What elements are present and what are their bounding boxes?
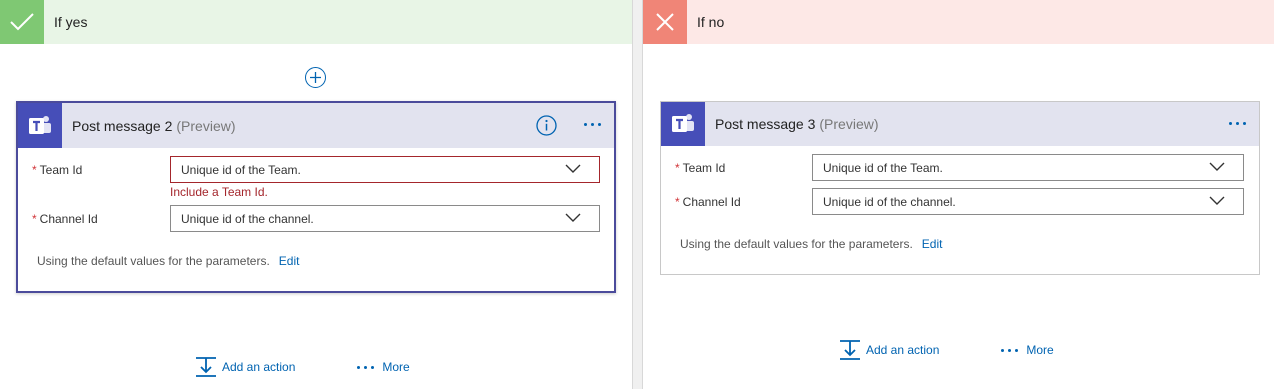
plus-circle-icon [310,72,321,83]
condition-branches: If yes Post message 2 (Preview) * Team I… [0,0,1274,389]
team-id-placeholder: Unique id of the Team. [823,160,943,175]
chevron-down-icon [565,213,581,222]
more-dots-icon [357,365,375,369]
add-action-button[interactable]: Add an action [196,357,295,377]
chevron-down-icon [565,164,581,173]
channel-id-dropdown[interactable]: Unique id of the channel. [812,188,1244,215]
close-icon [643,0,687,44]
card-menu-button[interactable] [584,123,601,126]
if-no-header[interactable]: If no [643,0,1274,44]
post-message-2-card[interactable]: Post message 2 (Preview) * Team Id Unique … [16,101,616,293]
add-action-button[interactable]: Add an action [840,340,939,360]
info-icon[interactable] [536,115,557,136]
team-id-dropdown[interactable]: Unique id of the Team. [812,154,1244,181]
add-action-icon [196,357,216,377]
more-button[interactable]: More [1001,343,1054,357]
team-id-dropdown[interactable]: Unique id of the Team. [170,156,600,183]
if-no-branch: If no Post message 3 (Preview) * Team Id U… [643,0,1274,389]
defaults-note: Using the default values for the paramet… [680,237,943,251]
card-header[interactable]: Post message 3 (Preview) [661,102,1259,146]
team-id-error: Include a Team Id. [170,185,268,199]
channel-id-label: * Channel Id [32,212,98,226]
branch-divider [632,0,643,389]
insert-step-button[interactable] [305,67,326,88]
team-id-placeholder: Unique id of the Team. [181,162,301,177]
more-label: More [1026,343,1054,357]
if-yes-title: If yes [54,14,88,30]
card-title: Post message 3 (Preview) [715,116,879,132]
if-yes-header[interactable]: If yes [0,0,632,44]
preview-tag: (Preview) [819,116,879,132]
channel-id-placeholder: Unique id of the channel. [823,194,956,209]
if-yes-actions: Add an action More [196,357,410,377]
team-id-label: * Team Id [32,163,83,177]
teams-logo-icon [18,103,62,148]
teams-logo-icon [661,102,705,146]
add-action-icon [840,340,860,360]
chevron-down-icon [1209,196,1225,205]
if-yes-branch: If yes Post message 2 (Preview) * Team I… [0,0,632,389]
edit-link[interactable]: Edit [279,254,300,268]
channel-id-dropdown[interactable]: Unique id of the channel. [170,205,600,232]
post-message-3-card[interactable]: Post message 3 (Preview) * Team Id Unique … [660,101,1260,275]
more-button[interactable]: More [357,360,410,374]
more-label: More [382,360,410,374]
card-header[interactable]: Post message 2 (Preview) [18,103,614,148]
checkmark-icon [0,0,44,44]
if-no-actions: Add an action More [840,340,1054,360]
team-id-label: * Team Id [675,161,726,175]
channel-id-label: * Channel Id [675,195,741,209]
chevron-down-icon [1209,162,1225,171]
card-title: Post message 2 (Preview) [72,117,236,134]
defaults-note: Using the default values for the paramet… [37,254,300,268]
add-action-label: Add an action [866,343,940,357]
channel-id-placeholder: Unique id of the channel. [181,211,314,226]
preview-tag: (Preview) [176,117,236,134]
add-action-label: Add an action [222,360,296,374]
edit-link[interactable]: Edit [922,237,943,251]
if-no-title: If no [697,14,725,30]
card-menu-button[interactable] [1229,122,1246,125]
more-dots-icon [1001,348,1019,352]
